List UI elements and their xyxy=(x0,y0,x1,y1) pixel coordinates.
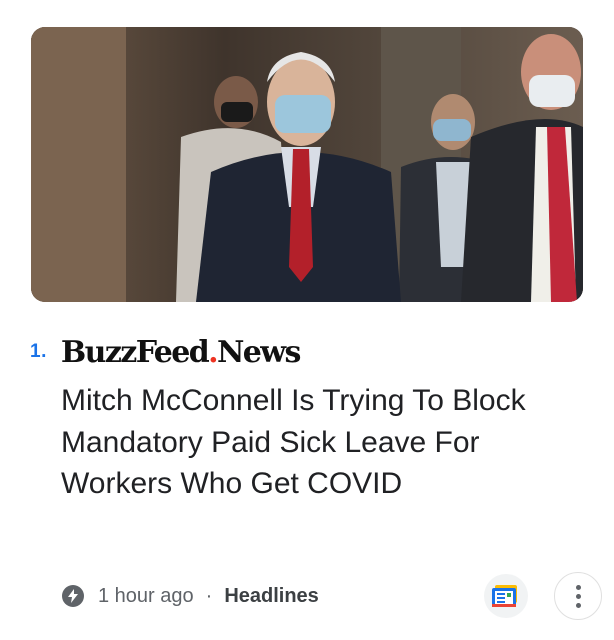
publisher-section: News xyxy=(216,334,301,370)
article-header: 1. BuzzFeed.News xyxy=(30,332,302,372)
more-vertical-icon-dot xyxy=(575,602,581,608)
publisher-name: BuzzFeed xyxy=(60,334,210,370)
more-vertical-icon-dot xyxy=(575,593,581,599)
article-time: 1 hour ago xyxy=(98,584,194,607)
article-rank: 1. xyxy=(30,341,47,362)
article-image[interactable] xyxy=(31,27,583,302)
google-news-button[interactable] xyxy=(484,574,528,618)
meta-separator: · xyxy=(205,584,213,607)
more-vertical-icon-dot xyxy=(575,584,581,590)
google-news-icon xyxy=(492,585,517,607)
article-headline[interactable]: Mitch McConnell Is Trying To Block Manda… xyxy=(61,380,561,505)
more-options-button[interactable] xyxy=(554,572,602,620)
article-photo-illustration xyxy=(31,27,583,302)
publisher-logo[interactable]: BuzzFeed.News xyxy=(60,334,302,370)
article-meta: 1 hour ago · Headlines xyxy=(62,580,319,612)
lightning-bolt-icon xyxy=(62,585,84,607)
article-source[interactable]: Headlines xyxy=(224,585,318,608)
publisher-dot: . xyxy=(208,334,218,370)
